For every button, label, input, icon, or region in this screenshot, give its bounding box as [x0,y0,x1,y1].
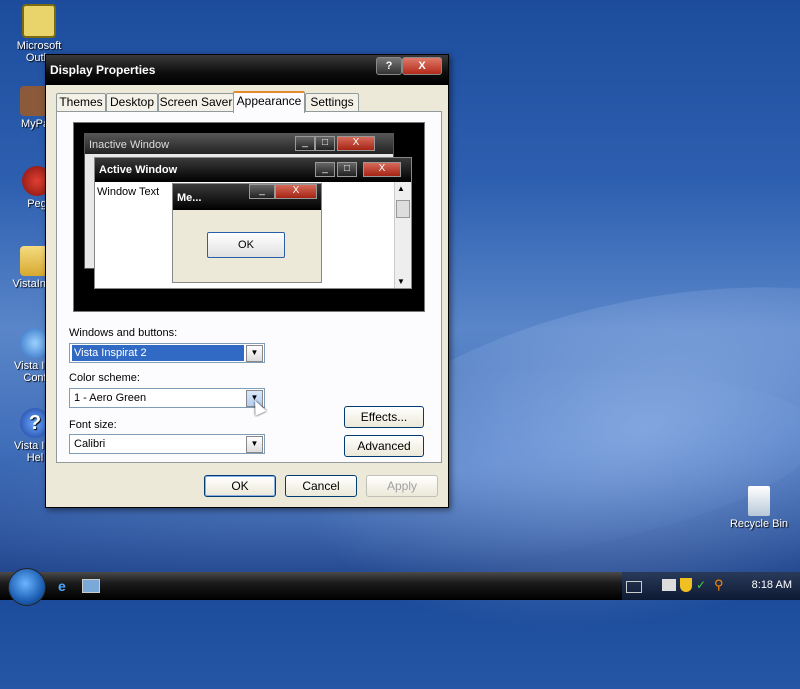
tab-settings[interactable]: Settings [305,93,359,111]
ok-button[interactable]: OK [204,475,276,497]
tab-appearance[interactable]: Appearance [233,91,305,113]
internet-explorer-icon[interactable]: e [58,578,76,594]
recycle-bin-icon [748,486,770,516]
keyboard-icon[interactable] [626,581,642,593]
close-button[interactable]: X [402,57,442,75]
search-icon[interactable]: ⚲ [714,577,728,592]
display-properties-dialog: Display Properties ? X Themes Desktop Sc… [45,54,449,508]
font-size-label: Font size: [69,419,117,431]
color-scheme-value: 1 - Aero Green [74,392,147,404]
scroll-down-icon: ▼ [397,277,405,286]
preview-minimize-icon: _ [295,136,315,151]
scroll-thumb [396,200,410,218]
preview-message-box: Me... _ X OK [172,183,322,283]
tab-themes[interactable]: Themes [56,93,106,111]
windows-buttons-select[interactable]: Vista Inspirat 2 ▼ [69,343,265,363]
preview-active-caption: Active Window [99,164,178,176]
chevron-down-icon[interactable]: ▼ [246,436,263,453]
network-icon[interactable] [662,579,676,591]
apply-button[interactable]: Apply [366,475,438,497]
advanced-button[interactable]: Advanced [344,435,424,457]
effects-button[interactable]: Effects... [344,406,424,428]
tab-desktop[interactable]: Desktop [106,93,158,111]
preview-scrollbar: ▲ ▼ [394,182,411,288]
start-button[interactable] [8,568,46,606]
system-tray: ✓ ⚲ 8:18 AM [622,572,800,600]
font-size-value: Calibri [74,438,106,450]
appearance-preview: Inactive Window _ □ X Active Window _ □ … [73,122,425,312]
taskbar: e ✓ ⚲ 8:18 AM [0,568,800,606]
show-desktop-icon[interactable] [82,579,100,593]
preview-window-text: Window Text [97,186,160,198]
outlook-icon [22,4,56,38]
chevron-down-icon[interactable]: ▼ [246,345,263,362]
windows-buttons-value: Vista Inspirat 2 [72,345,244,361]
security-shield-icon[interactable] [680,578,692,592]
appearance-panel: Inactive Window _ □ X Active Window _ □ … [56,111,442,463]
volume-icon[interactable]: ✓ [696,578,710,592]
tab-screen-saver[interactable]: Screen Saver [158,93,234,111]
dialog-title: Display Properties [50,63,156,77]
preview-active-maximize-icon: □ [337,162,357,177]
preview-message-minimize-icon: _ [249,184,275,199]
desktop-icon-recycle-bin[interactable]: Recycle Bin [724,486,794,530]
preview-message-caption: Me... [177,192,202,204]
preview-active-minimize-icon: _ [315,162,335,177]
preview-maximize-icon: □ [315,136,335,151]
preview-ok-button: OK [207,232,285,258]
preview-active-close-icon: X [363,162,401,177]
clock[interactable]: 8:18 AM [752,579,792,591]
help-button[interactable]: ? [376,57,402,75]
dialog-titlebar[interactable]: Display Properties ? X [46,55,448,85]
preview-close-icon: X [337,136,375,151]
cancel-button[interactable]: Cancel [285,475,357,497]
color-scheme-select[interactable]: 1 - Aero Green ▼ [69,388,265,408]
windows-buttons-label: Windows and buttons: [69,327,178,339]
preview-message-close-icon: X [275,184,317,199]
preview-inactive-caption: Inactive Window [89,139,170,151]
color-scheme-label: Color scheme: [69,372,140,384]
font-size-select[interactable]: Calibri ▼ [69,434,265,454]
scroll-up-icon: ▲ [397,184,405,193]
